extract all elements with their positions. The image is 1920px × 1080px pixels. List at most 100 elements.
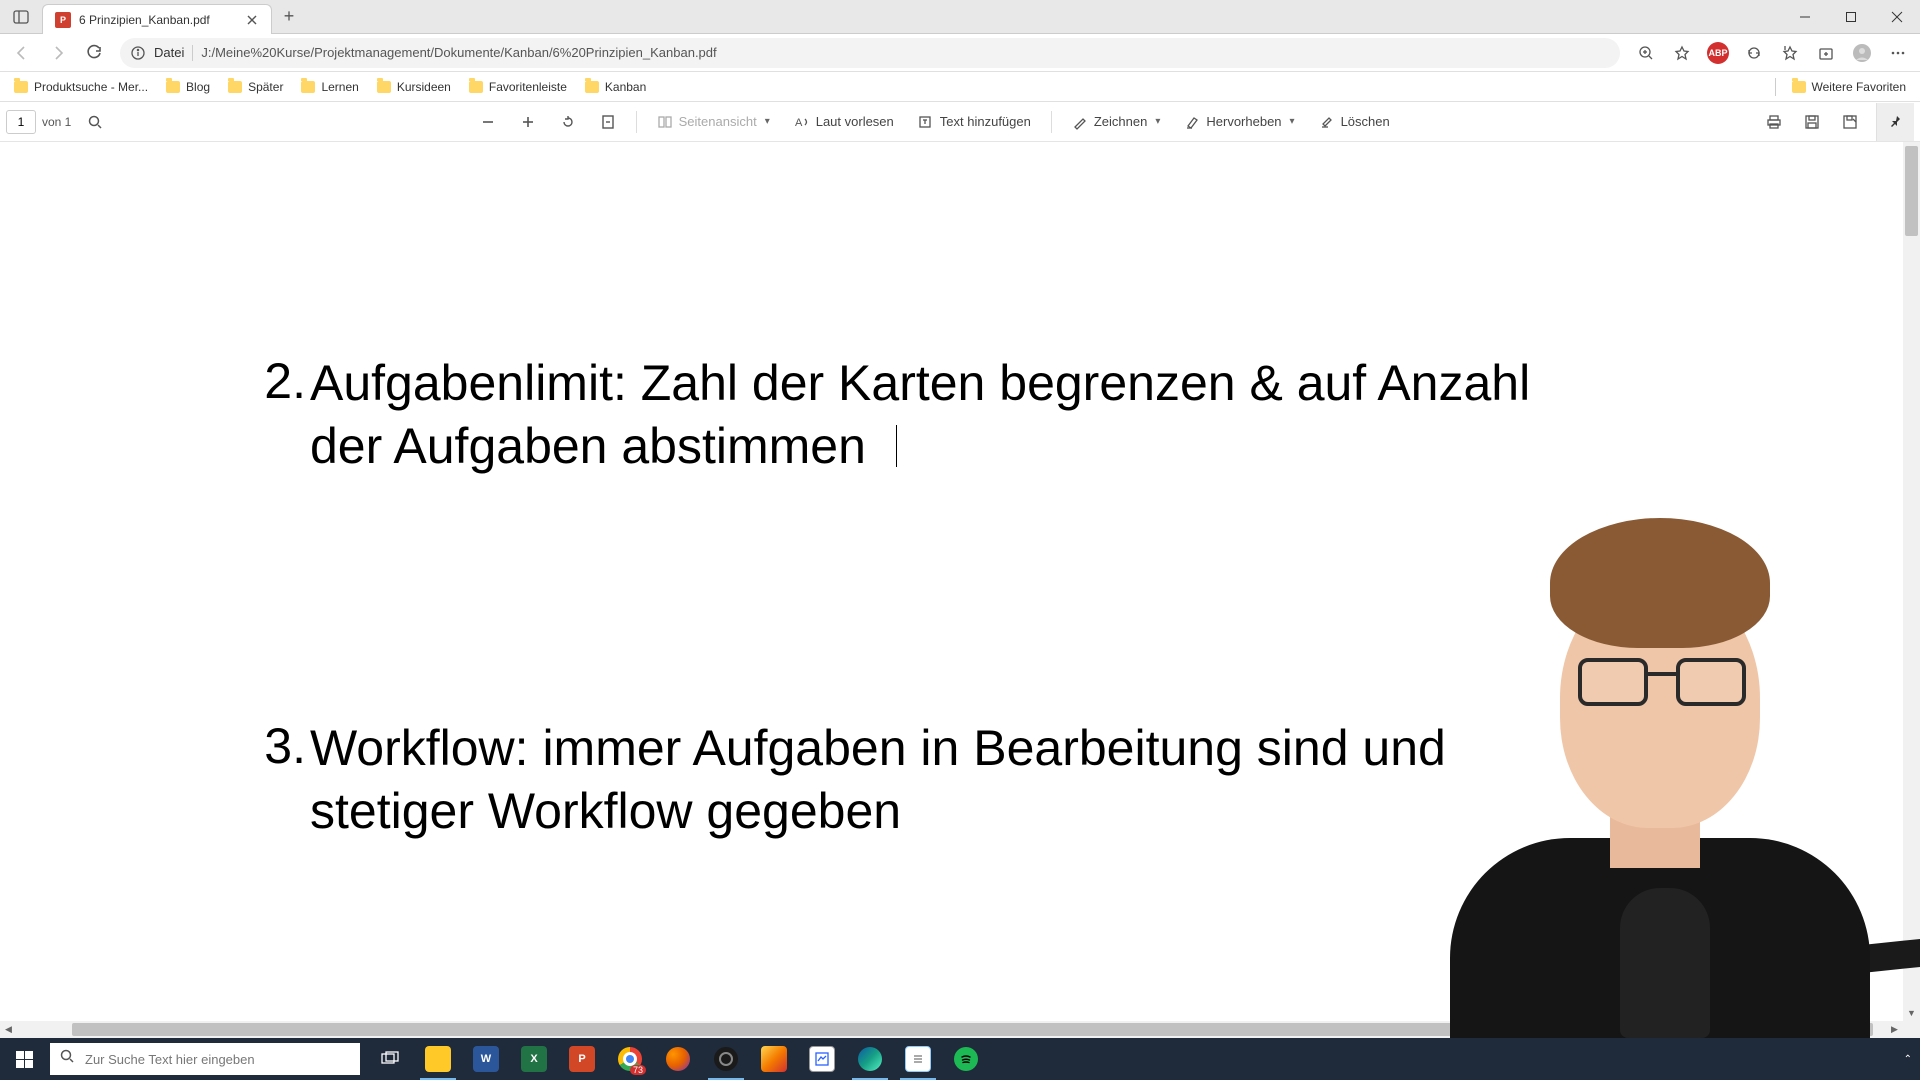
add-favorite-icon[interactable] [1666,37,1698,69]
app-icon-2[interactable] [798,1038,846,1080]
system-tray[interactable]: ⌃ [1904,1054,1920,1065]
divider [1775,78,1776,96]
item-text: Workflow: immer Aufgaben in Bearbeitung … [310,717,1570,842]
save-button[interactable] [1794,106,1830,138]
page-view-button[interactable]: Seitenansicht▾ [647,106,780,138]
tray-expand-icon[interactable]: ⌃ [1904,1054,1912,1065]
fit-page-button[interactable] [590,106,626,138]
print-button[interactable] [1756,106,1792,138]
start-button[interactable] [0,1038,48,1080]
item-text: Aufgabenlimit: Zahl der Karten begrenzen… [310,352,1570,477]
page-count: von 1 [42,115,71,129]
folder-icon [166,81,180,93]
menu-icon[interactable] [1882,37,1914,69]
profile-icon[interactable] [1846,37,1878,69]
bookmark-label: Lernen [321,80,358,94]
label: Seitenansicht [679,114,757,129]
zoom-in-button[interactable] [510,106,546,138]
text-cursor [896,425,897,467]
horizontal-scrollbar[interactable]: ◀ ▶ [0,1021,1903,1038]
rotate-button[interactable] [550,106,586,138]
app-icon-1[interactable] [750,1038,798,1080]
protocol-label: Datei [154,45,184,60]
label: Zeichnen [1094,114,1147,129]
zoom-icon[interactable] [1630,37,1662,69]
word-icon[interactable]: W [462,1038,510,1080]
back-button[interactable] [6,37,38,69]
separator [192,45,193,61]
taskbar: Zur Suche Text hier eingeben W X P 73 ⌃ [0,1038,1920,1080]
erase-button[interactable]: Löschen [1309,106,1400,138]
edge-icon[interactable] [846,1038,894,1080]
read-aloud-button[interactable]: ALaut vorlesen [784,106,904,138]
bookmark-item[interactable]: Kursideen [369,77,459,97]
obs-icon[interactable] [702,1038,750,1080]
powerpoint-icon[interactable]: P [558,1038,606,1080]
label: Hervorheben [1206,114,1281,129]
add-text-button[interactable]: Text hinzufügen [908,106,1041,138]
pdf-favicon: P [55,12,71,28]
scroll-left-arrow[interactable]: ◀ [0,1021,17,1038]
collections-icon[interactable] [1810,37,1842,69]
find-button[interactable] [77,106,113,138]
taskbar-search[interactable]: Zur Suche Text hier eingeben [50,1043,360,1075]
bookmark-item[interactable]: Später [220,77,291,97]
list-item-3: 3. Workflow: immer Aufgaben in Bearbeitu… [246,717,1570,842]
titlebar: P 6 Prinzipien_Kanban.pdf + [0,0,1920,34]
tab-close-icon[interactable] [245,13,259,27]
bookmark-label: Weitere Favoriten [1812,80,1906,94]
more-favorites[interactable]: Weitere Favoriten [1784,77,1914,97]
bookmark-item[interactable]: Kanban [577,77,654,97]
folder-icon [469,81,483,93]
scroll-corner [1903,1021,1920,1038]
pdf-toolbar: von 1 Seitenansicht▾ ALaut vorlesen Text… [0,102,1920,142]
bookmark-label: Produktsuche - Mer... [34,80,148,94]
forward-button[interactable] [42,37,74,69]
bookmarks-bar: Produktsuche - Mer... Blog Später Lernen… [0,72,1920,102]
vertical-scrollbar[interactable]: ▲ ▼ [1903,142,1920,1021]
item-number: 3. [246,717,306,842]
abp-extension-icon[interactable]: ABP [1702,37,1734,69]
notepad-icon[interactable] [894,1038,942,1080]
bookmark-item[interactable]: Produktsuche - Mer... [6,77,156,97]
pdf-page[interactable]: 2. Aufgabenlimit: Zahl der Karten begren… [0,142,1903,1021]
favorites-icon[interactable] [1774,37,1806,69]
scroll-down-arrow[interactable]: ▼ [1903,1004,1920,1021]
excel-icon[interactable]: X [510,1038,558,1080]
zoom-out-button[interactable] [470,106,506,138]
firefox-icon[interactable] [654,1038,702,1080]
maximize-button[interactable] [1828,0,1874,34]
save-as-button[interactable] [1832,106,1868,138]
bookmark-item[interactable]: Blog [158,77,218,97]
spotify-icon[interactable] [942,1038,990,1080]
toolbar-right: ABP [1630,37,1914,69]
address-bar: Datei J:/Meine%20Kurse/Projektmanagement… [0,34,1920,72]
scroll-right-arrow[interactable]: ▶ [1886,1021,1903,1038]
folder-icon [585,81,599,93]
label: Laut vorlesen [816,114,894,129]
pin-toolbar-button[interactable] [1876,103,1914,141]
chrome-icon[interactable]: 73 [606,1038,654,1080]
sync-icon[interactable] [1738,37,1770,69]
page-number-input[interactable] [6,110,36,134]
file-explorer-icon[interactable] [414,1038,462,1080]
close-window-button[interactable] [1874,0,1920,34]
vertical-tabs-button[interactable] [0,0,42,33]
minimize-button[interactable] [1782,0,1828,34]
reload-button[interactable] [78,37,110,69]
scroll-thumb[interactable] [72,1023,1873,1036]
folder-icon [301,81,315,93]
label: Löschen [1341,114,1390,129]
draw-button[interactable]: Zeichnen▾ [1062,106,1171,138]
new-tab-button[interactable]: + [272,0,306,33]
label: Text hinzufügen [940,114,1031,129]
window-controls [1782,0,1920,34]
scroll-thumb[interactable] [1905,146,1918,236]
browser-tab-active[interactable]: P 6 Prinzipien_Kanban.pdf [42,4,272,34]
url-field[interactable]: Datei J:/Meine%20Kurse/Projektmanagement… [120,38,1620,68]
search-placeholder: Zur Suche Text hier eingeben [85,1052,255,1067]
bookmark-item[interactable]: Favoritenleiste [461,77,575,97]
highlight-button[interactable]: Hervorheben▾ [1174,106,1304,138]
task-view-button[interactable] [366,1038,414,1080]
bookmark-item[interactable]: Lernen [293,77,366,97]
